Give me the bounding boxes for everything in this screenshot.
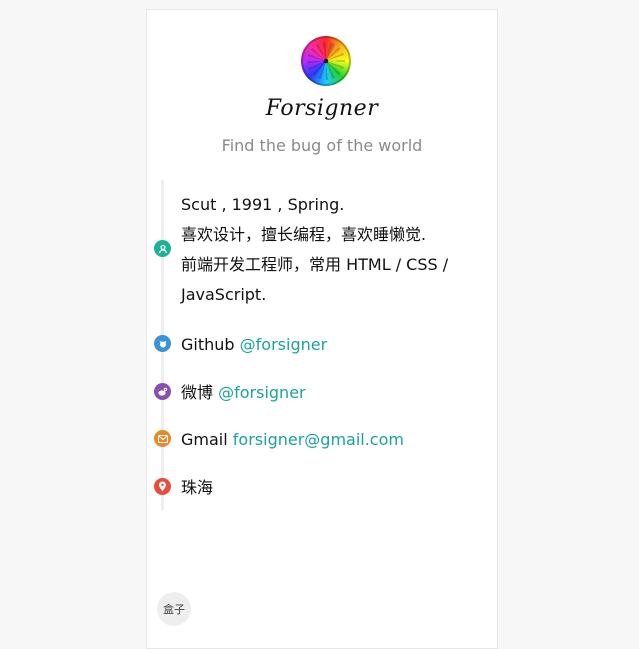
- intro-line: 前端开发工程师，常用 HTML / CSS /: [181, 255, 449, 274]
- weibo-label: 微博: [181, 383, 214, 402]
- location-row: 珠海: [181, 473, 477, 503]
- gmail-link[interactable]: forsigner@gmail.com: [233, 430, 404, 449]
- gmail-label: Gmail: [181, 430, 228, 449]
- weibo-row: 微博 @forsigner: [181, 378, 477, 408]
- location-icon: [154, 478, 171, 495]
- box-button[interactable]: 盒子: [157, 592, 191, 626]
- mail-icon: [154, 430, 171, 447]
- intro-block: Scut , 1991 , Spring. 喜欢设计，擅长编程，喜欢睡懒觉. 前…: [181, 190, 477, 310]
- intro-line: 喜欢设计，擅长编程，喜欢睡懒觉.: [181, 225, 427, 244]
- user-icon: [154, 240, 171, 257]
- github-row: Github @forsigner: [181, 330, 477, 360]
- avatar[interactable]: [301, 36, 351, 86]
- profile-tagline: Find the bug of the world: [221, 136, 423, 155]
- intro-line: Scut , 1991 , Spring.: [181, 195, 345, 214]
- profile-name: Forsigner: [265, 96, 379, 121]
- gmail-row: Gmail forsigner@gmail.com: [181, 425, 477, 455]
- intro-line: JavaScript.: [181, 285, 267, 304]
- github-label: Github: [181, 335, 235, 354]
- github-link[interactable]: @forsigner: [240, 335, 328, 354]
- profile-card: Forsigner Find the bug of the world Scut…: [146, 9, 498, 649]
- weibo-link[interactable]: @forsigner: [218, 383, 306, 402]
- weibo-icon: [154, 383, 171, 400]
- github-icon: [154, 335, 171, 352]
- location-label: 珠海: [181, 478, 214, 497]
